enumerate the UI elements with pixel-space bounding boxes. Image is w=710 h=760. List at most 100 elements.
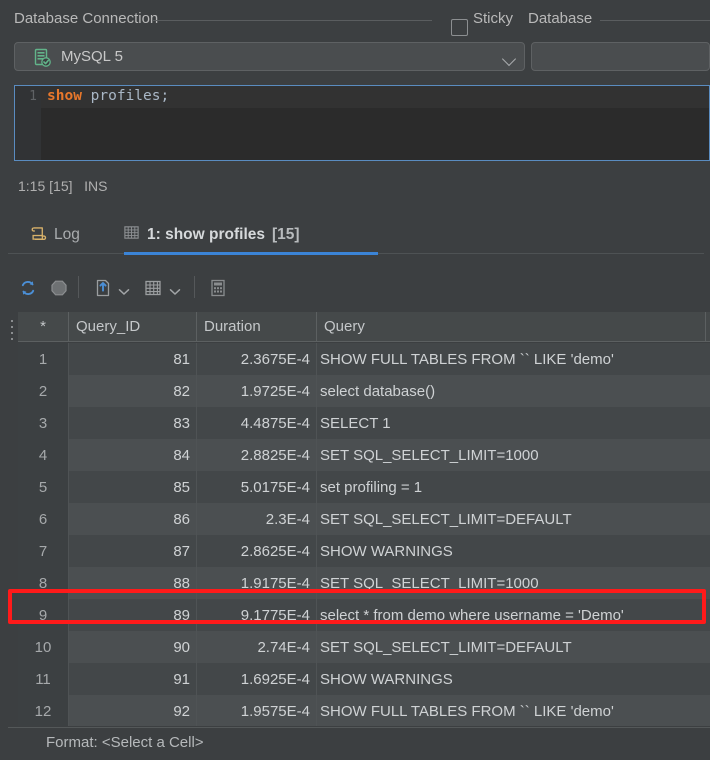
tab-show-profiles-count: [15] — [272, 226, 300, 243]
grid-drag-handle[interactable] — [8, 312, 18, 726]
cell-query[interactable]: SHOW FULL TABLES FROM `` LIKE 'demo' — [316, 695, 710, 726]
database-combobox[interactable] — [531, 42, 710, 71]
database-green-check-icon — [33, 48, 52, 67]
cell-query-id[interactable]: 81 — [68, 343, 196, 375]
cell-duration[interactable]: 9.1775E-4 — [196, 599, 316, 631]
cell-query[interactable]: SHOW WARNINGS — [316, 535, 710, 567]
row-number: 10 — [18, 631, 68, 663]
cell-query[interactable]: select database() — [316, 375, 710, 407]
sql-keyword: show — [47, 88, 82, 104]
grid-header-row: * Query_ID Duration Query — [18, 312, 710, 342]
cell-query-id[interactable]: 90 — [68, 631, 196, 663]
cell-query[interactable]: SHOW FULL TABLES FROM `` LIKE 'demo' — [316, 343, 710, 375]
log-scroll-icon — [30, 224, 47, 246]
export-to-file-icon[interactable] — [93, 278, 113, 303]
table-row[interactable]: 7 87 2.8625E-4 SHOW WARNINGS — [18, 535, 710, 567]
editor-caret-status: 1:15 [15] INS — [18, 178, 108, 194]
database-connection-group-label: Database Connection — [14, 10, 159, 27]
cell-query-id[interactable]: 82 — [68, 375, 196, 407]
table-row[interactable]: 5 85 5.0175E-4 set profiling = 1 — [18, 471, 710, 503]
tab-show-profiles[interactable]: 1: show profiles [15] — [123, 218, 300, 252]
table-row[interactable]: 8 88 1.9175E-4 SET SQL_SELECT_LIMIT=1000 — [18, 567, 710, 599]
column-header-duration[interactable]: Duration — [196, 312, 316, 341]
cell-duration[interactable]: 1.9575E-4 — [196, 695, 316, 726]
column-header-star[interactable]: * — [18, 312, 68, 341]
cell-query[interactable]: SET SQL_SELECT_LIMIT=DEFAULT — [316, 631, 710, 663]
editor-line-number: 1 — [29, 89, 37, 104]
cell-query[interactable]: select * from demo where username = 'Dem… — [316, 599, 710, 631]
view-as-table-icon[interactable] — [143, 278, 163, 303]
cell-duration[interactable]: 2.74E-4 — [196, 631, 316, 663]
editor-code-line: show profiles; — [47, 88, 169, 104]
grid-inner: * Query_ID Duration Query 1 81 2.3675E-4… — [18, 312, 710, 726]
row-number: 4 — [18, 439, 68, 471]
table-row[interactable]: 10 90 2.74E-4 SET SQL_SELECT_LIMIT=DEFAU… — [18, 631, 710, 663]
database-group-label: Database — [528, 10, 593, 27]
row-number: 3 — [18, 407, 68, 439]
tab-log[interactable]: Log — [30, 218, 80, 252]
cell-query-id[interactable]: 92 — [68, 695, 196, 726]
column-header-query-id[interactable]: Query_ID — [68, 312, 196, 341]
sql-editor[interactable]: 1 show profiles; — [14, 85, 710, 161]
sticky-checkbox[interactable] — [451, 19, 468, 36]
table-row[interactable]: 6 86 2.3E-4 SET SQL_SELECT_LIMIT=DEFAULT — [18, 503, 710, 535]
table-row[interactable]: 11 91 1.6925E-4 SHOW WARNINGS — [18, 663, 710, 695]
stop-icon[interactable] — [49, 278, 69, 303]
row-number: 6 — [18, 503, 68, 535]
calculator-icon[interactable] — [208, 278, 228, 303]
cell-query-id[interactable]: 91 — [68, 663, 196, 695]
connection-combobox[interactable]: MySQL 5 — [14, 42, 525, 71]
cell-duration[interactable]: 1.9175E-4 — [196, 567, 316, 599]
table-row-highlighted[interactable]: 9 89 9.1775E-4 select * from demo where … — [18, 599, 710, 631]
refresh-icon[interactable] — [18, 278, 38, 303]
active-tab-underline — [124, 252, 378, 255]
sticky-label: Sticky — [473, 10, 514, 27]
cell-query-id[interactable]: 85 — [68, 471, 196, 503]
cell-query[interactable]: SHOW WARNINGS — [316, 663, 710, 695]
cell-query-id[interactable]: 84 — [68, 439, 196, 471]
cell-duration[interactable]: 2.3E-4 — [196, 503, 316, 535]
cell-query-id[interactable]: 83 — [68, 407, 196, 439]
toolbar-separator-1 — [78, 276, 79, 298]
group-divider-line-right — [600, 20, 710, 21]
cell-duration[interactable]: 5.0175E-4 — [196, 471, 316, 503]
cell-query[interactable]: SET SQL_SELECT_LIMIT=1000 — [316, 567, 710, 599]
table-row[interactable]: 4 84 2.8825E-4 SET SQL_SELECT_LIMIT=1000 — [18, 439, 710, 471]
cell-query[interactable]: SET SQL_SELECT_LIMIT=1000 — [316, 439, 710, 471]
group-labels: Database Connection Sticky Database — [0, 8, 710, 36]
cell-query-id[interactable]: 89 — [68, 599, 196, 631]
cell-duration[interactable]: 4.4875E-4 — [196, 407, 316, 439]
cell-query-id[interactable]: 87 — [68, 535, 196, 567]
cell-duration[interactable]: 2.3675E-4 — [196, 343, 316, 375]
cell-duration[interactable]: 2.8825E-4 — [196, 439, 316, 471]
cell-query-id[interactable]: 86 — [68, 503, 196, 535]
cell-query-id[interactable]: 88 — [68, 567, 196, 599]
toolbar-separator-2 — [194, 276, 195, 298]
result-status-bar: Format: <Select a Cell> — [0, 728, 710, 760]
table-row[interactable]: 3 83 4.4875E-4 SELECT 1 — [18, 407, 710, 439]
result-toolbar — [0, 272, 710, 310]
column-separator-2 — [196, 343, 197, 726]
column-separator-1 — [68, 343, 69, 726]
row-number: 1 — [18, 343, 68, 375]
sql-statement-rest: profiles; — [81, 88, 170, 104]
column-header-extra[interactable] — [705, 312, 710, 341]
cell-query[interactable]: SELECT 1 — [316, 407, 710, 439]
row-number: 2 — [18, 375, 68, 407]
result-grid[interactable]: * Query_ID Duration Query 1 81 2.3675E-4… — [8, 312, 710, 726]
cell-duration[interactable]: 1.9725E-4 — [196, 375, 316, 407]
column-header-query[interactable]: Query — [316, 312, 705, 341]
chevron-down-icon — [501, 51, 517, 67]
export-dropdown-chevron-icon[interactable] — [118, 283, 130, 301]
cell-query[interactable]: set profiling = 1 — [316, 471, 710, 503]
column-separator-3 — [316, 343, 317, 726]
row-number: 11 — [18, 663, 68, 695]
cell-query[interactable]: SET SQL_SELECT_LIMIT=DEFAULT — [316, 503, 710, 535]
view-dropdown-chevron-icon[interactable] — [169, 283, 181, 301]
table-row[interactable]: 1 81 2.3675E-4 SHOW FULL TABLES FROM `` … — [18, 343, 710, 375]
connection-combobox-value: MySQL 5 — [61, 48, 123, 65]
cell-duration[interactable]: 2.8625E-4 — [196, 535, 316, 567]
cell-duration[interactable]: 1.6925E-4 — [196, 663, 316, 695]
table-row[interactable]: 12 92 1.9575E-4 SHOW FULL TABLES FROM ``… — [18, 695, 710, 726]
table-row[interactable]: 2 82 1.9725E-4 select database() — [18, 375, 710, 407]
